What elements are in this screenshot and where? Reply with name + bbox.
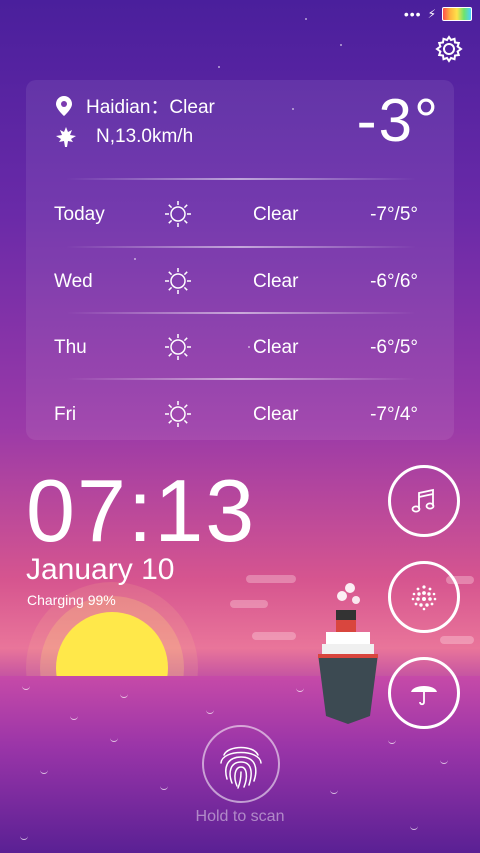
forecast-day: Fri (54, 404, 77, 425)
gear-icon[interactable] (434, 34, 464, 64)
forecast-range: -6°/5° (370, 337, 418, 358)
divider (66, 312, 416, 314)
forecast-row: Wed Clear -6°/6° (26, 261, 454, 301)
cloud-decoration (246, 575, 296, 583)
clock-time: 07:13 (26, 461, 257, 560)
wind-label: N,13.0km/h (96, 126, 194, 147)
star-decoration (218, 66, 220, 68)
maple-leaf-icon (56, 127, 76, 147)
forecast-row: Thu Clear -6°/5° (26, 327, 454, 367)
battery-icon (442, 7, 472, 21)
sun-icon (165, 401, 191, 427)
cloud-decoration (230, 600, 268, 608)
forecast-condition: Clear (253, 404, 299, 425)
forecast-condition: Clear (253, 204, 299, 225)
charging-status: Charging 99% (27, 592, 116, 608)
status-bar: ••• ⚡ (404, 6, 472, 22)
fingerprint-icon (220, 746, 262, 789)
weather-card[interactable]: Haidian：Clear N,13.0km/h -3° Today Clear… (26, 80, 454, 440)
fingerprint-button[interactable] (202, 725, 280, 803)
location-row: Haidian：Clear (56, 92, 215, 119)
forecast-day: Wed (54, 271, 93, 292)
forecast-condition: Clear (253, 337, 299, 358)
signal-dots: ••• (403, 6, 422, 22)
hold-to-scan-label: Hold to scan (195, 808, 285, 825)
sun-icon (165, 201, 191, 227)
cloud-decoration (440, 636, 474, 644)
lightning-bolt-icon: ⚡ (427, 7, 436, 21)
clock-date: January 10 (26, 553, 175, 586)
current-temperature: -3° (356, 87, 440, 154)
sun-icon (165, 268, 191, 294)
forecast-row: Fri Clear -7°/4° (26, 394, 454, 434)
forecast-range: -7°/4° (370, 404, 418, 425)
music-note-icon (411, 488, 435, 513)
star-decoration (305, 18, 307, 20)
forecast-condition: Clear (253, 271, 299, 292)
theme-shortcut-button[interactable] (388, 561, 460, 633)
location-label: Haidian：Clear (86, 97, 215, 118)
forecast-row: Today Clear -7°/5° (26, 194, 454, 234)
sun-icon (165, 334, 191, 360)
location-pin-icon (56, 95, 72, 116)
divider (66, 246, 416, 248)
divider (66, 378, 416, 380)
forecast-day: Thu (54, 337, 87, 358)
star-decoration (340, 44, 342, 46)
dots-sphere-icon (411, 585, 437, 611)
weather-shortcut-button[interactable] (388, 657, 460, 729)
forecast-day: Today (54, 204, 105, 225)
cloud-decoration (252, 632, 296, 640)
wind-row: N,13.0km/h (56, 126, 193, 148)
music-shortcut-button[interactable] (388, 465, 460, 537)
ship-illustration (318, 583, 378, 724)
forecast-range: -7°/5° (370, 204, 418, 225)
forecast-range: -6°/6° (370, 271, 418, 292)
divider (66, 178, 416, 180)
umbrella-icon (411, 686, 437, 706)
